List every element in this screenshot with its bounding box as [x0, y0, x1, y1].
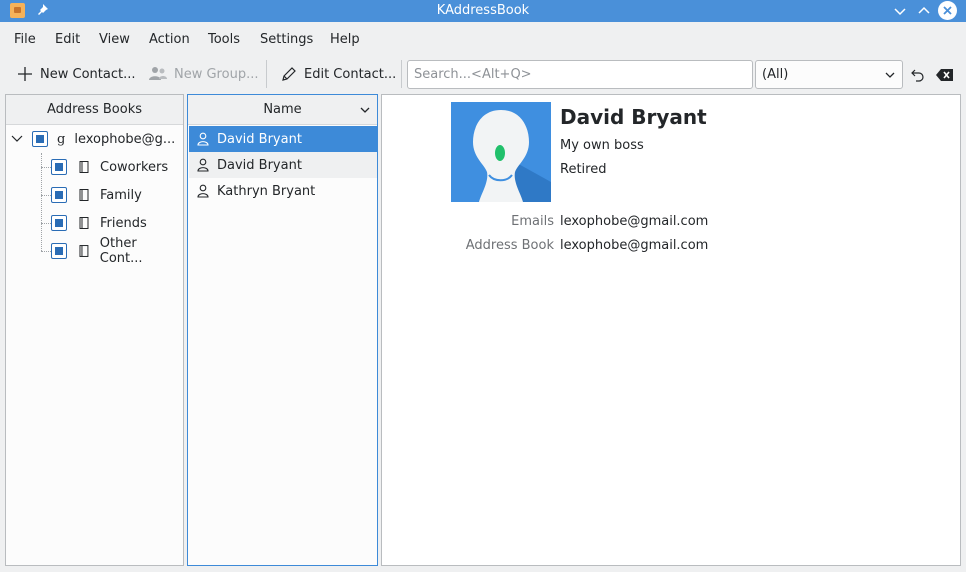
avatar-face-icon [473, 110, 551, 202]
avatar [451, 102, 551, 202]
emails-label: Emails [511, 214, 554, 229]
new-contact-button[interactable]: New Contact... [16, 61, 135, 87]
email-link[interactable]: lexophobe@gmail.com [560, 214, 708, 229]
menu-tools[interactable]: Tools [208, 32, 240, 47]
pencil-icon [282, 67, 296, 81]
menu-view[interactable]: View [99, 32, 130, 47]
chevron-down-icon[interactable] [10, 132, 24, 146]
toolbar: New Contact... New Group... Edit Contact… [0, 56, 966, 92]
contact-details-panel: David Bryant My own boss Retired Emails … [381, 94, 961, 566]
filter-select[interactable]: (All) [755, 60, 903, 89]
address-books-header[interactable]: Address Books [6, 95, 183, 125]
address-book-icon [79, 217, 89, 229]
minimize-icon[interactable] [891, 2, 909, 20]
group-icon [149, 67, 167, 80]
tree-item-coworkers[interactable]: Coworkers [51, 153, 168, 181]
filter-value: (All) [762, 67, 789, 82]
edit-contact-label: Edit Contact... [304, 66, 397, 82]
tree-item-label: Coworkers [100, 159, 169, 175]
tree-item-label: lexophobe@g... [74, 131, 176, 147]
contact-row[interactable]: Kathryn Bryant [189, 178, 377, 204]
toolbar-separator [266, 60, 267, 88]
address-book-icon [79, 161, 89, 173]
person-icon [197, 158, 209, 172]
menu-settings[interactable]: Settings [260, 32, 313, 47]
maximize-icon[interactable] [915, 2, 933, 20]
address-book-label: Address Book [465, 238, 554, 253]
contact-organization: My own boss [560, 138, 644, 153]
root-checkbox[interactable] [32, 131, 48, 147]
address-book-value: lexophobe@gmail.com [560, 238, 709, 253]
tree-item-other-contacts[interactable]: Other Cont... [51, 236, 183, 266]
contact-title: Retired [560, 162, 607, 177]
search-input[interactable]: Search...<Alt+Q> [407, 60, 753, 89]
friends-checkbox[interactable] [51, 215, 67, 231]
coworkers-checkbox[interactable] [51, 159, 67, 175]
address-book-icon [79, 189, 89, 201]
new-group-label: New Group... [174, 66, 259, 82]
chevron-down-icon [885, 72, 895, 78]
other-contacts-checkbox[interactable] [51, 243, 67, 259]
menu-action[interactable]: Action [149, 32, 190, 47]
contact-row[interactable]: David Bryant [189, 152, 377, 178]
undo-icon[interactable] [910, 68, 926, 82]
tree-item-label: Other Cont... [99, 236, 143, 266]
contact-list-panel: Name David Bryant David Bryant Kathryn B… [187, 94, 378, 566]
person-icon [197, 132, 209, 146]
name-column-label: Name [263, 102, 302, 117]
new-group-button[interactable]: New Group... [148, 61, 258, 87]
tree-item-friends[interactable]: Friends [51, 209, 147, 237]
search-placeholder: Search...<Alt+Q> [414, 67, 532, 82]
person-icon [197, 184, 209, 198]
tree-item-label: Family [100, 187, 142, 203]
tree-item-root[interactable]: g lexophobe@g... [10, 125, 175, 153]
address-books-panel: Address Books g lexophobe@g... Coworkers… [5, 94, 184, 566]
google-icon: g [57, 131, 66, 147]
contact-name: Kathryn Bryant [217, 183, 316, 199]
name-column-header[interactable]: Name [188, 95, 377, 125]
menu-bar: File Edit View Action Tools Settings Hel… [0, 28, 966, 52]
tree-item-family[interactable]: Family [51, 181, 142, 209]
contact-name: David Bryant [217, 131, 302, 147]
menu-help[interactable]: Help [330, 32, 360, 47]
contact-full-name: David Bryant [560, 105, 707, 129]
clear-search-icon[interactable] [936, 68, 954, 82]
contact-row[interactable]: David Bryant [189, 126, 377, 152]
contact-name: David Bryant [217, 157, 302, 173]
title-bar: KAddressBook [0, 0, 966, 22]
close-button[interactable] [938, 1, 957, 20]
close-icon [943, 6, 952, 15]
address-book-icon [79, 245, 89, 257]
menu-edit[interactable]: Edit [55, 32, 80, 47]
tree-item-label: Friends [100, 215, 147, 231]
sort-chevron-icon[interactable] [359, 105, 371, 115]
family-checkbox[interactable] [51, 187, 67, 203]
window-title: KAddressBook [436, 3, 530, 18]
plus-icon [18, 67, 32, 81]
toolbar-separator [401, 60, 402, 88]
new-contact-label: New Contact... [40, 66, 136, 82]
menu-file[interactable]: File [14, 32, 36, 47]
edit-contact-button[interactable]: Edit Contact... [280, 61, 396, 87]
